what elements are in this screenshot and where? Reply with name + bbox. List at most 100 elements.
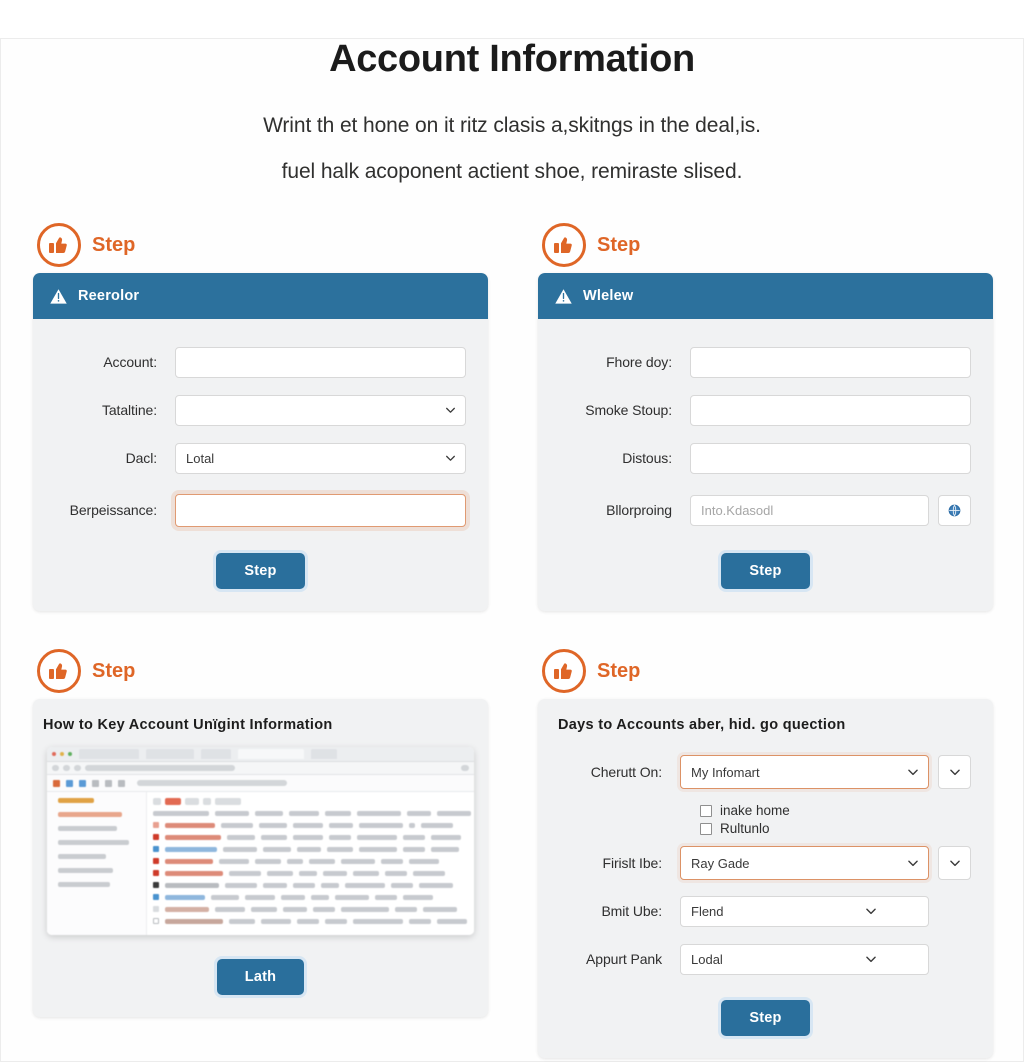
card-header-title-2: Wlelew: [583, 288, 634, 304]
step-card-1: Reerolor Account: Tataltine: Dacl: Lotal…: [33, 273, 488, 611]
form-row-bllorproing: Bllorproing Into.Kdasodl: [560, 493, 971, 527]
step-badge-label-3: Step: [92, 659, 136, 682]
field-label-account: Account:: [103, 354, 157, 370]
thumbs-up-icon: [542, 223, 586, 267]
step-badge-3: Step: [33, 643, 488, 699]
browser-urlbar: [47, 762, 474, 775]
smoke-stoup-input[interactable]: [690, 394, 971, 426]
field-label-smoke-stoup: Smoke Stoup:: [585, 402, 672, 418]
form-row-bmit-ube: Bmit Ube: Flend: [560, 894, 971, 928]
page-subtitle: Wrint th et hone on it ritz clasis a,ski…: [0, 103, 1024, 195]
card-body-1: Account: Tataltine: Dacl: Lotal Berpeiss…: [33, 319, 488, 611]
card-header-2: Wlelew: [538, 273, 993, 319]
step-badge-label-1: Step: [92, 233, 136, 256]
page-title: Account Information: [329, 38, 695, 80]
chevron-down-icon: [949, 860, 960, 867]
checkbox-label-inake-home: inake home: [720, 803, 790, 818]
card-header-1: Reerolor: [33, 273, 488, 319]
card-body-2: Fhore doy: Smoke Stoup: Distous: Bllorpr…: [538, 319, 993, 611]
form-row-berpeissance: Berpeissance:: [55, 493, 466, 527]
firislt-ibe-extra-dropdown-button[interactable]: [938, 846, 971, 880]
step-badge-4: Step: [538, 643, 993, 699]
thumb-table-toolbar: [153, 798, 471, 805]
page-content: Account Information Wrint th et hone on …: [0, 38, 1024, 1062]
checkbox-row-rultunlo[interactable]: Rultunlo: [700, 821, 971, 836]
firislt-ibe-select[interactable]: Ray Gade: [680, 846, 929, 880]
subtitle-line-2: fuel halk acoponent actient shoe, remira…: [281, 160, 743, 183]
checkbox-rultunlo[interactable]: [700, 822, 712, 835]
card-header-title-1: Reerolor: [78, 288, 140, 304]
field-label-distous: Distous:: [622, 450, 672, 466]
step-card-3: How to Key Account Unïgint Information L…: [33, 699, 488, 1017]
browser-screenshot-thumbnail: [47, 747, 474, 935]
table-row: [153, 906, 471, 912]
cherutt-on-extra-dropdown-button[interactable]: [938, 755, 971, 789]
field-label-cherutt-on: Cherutt On:: [590, 764, 662, 780]
chevron-down-icon: [949, 769, 960, 776]
step-button-4[interactable]: Step: [721, 1000, 810, 1036]
form-row-account: Account:: [55, 345, 466, 379]
step-block-2: Step Wlelew Fhore doy: Smoke Stoup: Dist…: [538, 217, 993, 611]
field-label-dacl: Dacl:: [125, 450, 158, 466]
bmit-ube-select[interactable]: Flend: [680, 895, 929, 927]
table-row: [153, 870, 471, 876]
form-row-smoke-stoup: Smoke Stoup:: [560, 393, 971, 427]
browser-content: [47, 792, 474, 935]
table-row: [153, 894, 471, 900]
card-3-button-row: Lath: [33, 959, 488, 995]
card-2-button-row: Step: [560, 553, 971, 589]
step-block-3: Step How to Key Account Unïgint Informat…: [33, 643, 488, 1058]
form-row-firislt-ibe: Firislt Ibe: Ray Gade: [560, 846, 971, 880]
lath-button[interactable]: Lath: [216, 959, 305, 995]
browser-toolbar: [47, 775, 474, 792]
card-4-heading: Days to Accounts aber, hid. go quection: [558, 717, 846, 733]
step-button-2[interactable]: Step: [721, 553, 810, 589]
tataltine-select[interactable]: [175, 394, 466, 426]
step-block-1: Step Reerolor Account: Tataltine: Dacl: …: [33, 217, 488, 611]
browser-titlebar: [47, 747, 474, 762]
form-row-dacl: Dacl: Lotal: [55, 441, 466, 475]
thumb-table: [147, 792, 474, 935]
thumbs-up-icon: [542, 649, 586, 693]
field-label-berpeissance: Berpeissance:: [69, 502, 158, 518]
subtitle-line-1: Wrint th et hone on it ritz clasis a,ski…: [263, 114, 761, 137]
card-4-button-row: Step: [560, 1000, 971, 1036]
bllorproing-input[interactable]: Into.Kdasodl: [690, 494, 929, 526]
table-row: [153, 858, 471, 864]
table-row: [153, 846, 471, 852]
thumb-table-header: [153, 811, 471, 816]
dacl-select[interactable]: Lotal: [175, 442, 466, 474]
field-label-bmit-ube: Bmit Ube:: [601, 903, 662, 919]
globe-search-icon[interactable]: [938, 494, 971, 526]
checkbox-label-rultunlo: Rultunlo: [720, 821, 770, 836]
distous-input[interactable]: [690, 442, 971, 474]
step-card-2: Wlelew Fhore doy: Smoke Stoup: Distous: …: [538, 273, 993, 611]
card-1-button-row: Step: [55, 553, 466, 589]
checkbox-group: inake home Rultunlo: [700, 803, 971, 836]
cherutt-on-select[interactable]: My Infomart: [680, 755, 929, 789]
table-row: [153, 918, 471, 924]
field-label-tataltine: Tataltine:: [101, 402, 157, 418]
field-label-firislt-ibe: Firislt Ibe:: [602, 855, 663, 871]
table-row: [153, 834, 471, 840]
berpeissance-input[interactable]: [175, 493, 466, 527]
form-row-cherutt-on: Cherutt On: My Infomart: [560, 755, 971, 789]
step-badge-label-4: Step: [597, 659, 641, 682]
step-block-4: Step Days to Accounts aber, hid. go quec…: [538, 643, 993, 1058]
checkbox-row-inake-home[interactable]: inake home: [700, 803, 971, 818]
form-row-distous: Distous:: [560, 441, 971, 475]
thumb-sidebar: [47, 792, 147, 935]
appurt-pank-select[interactable]: Lodal: [680, 943, 929, 975]
table-row: [153, 882, 471, 888]
step-card-4: Days to Accounts aber, hid. go quection …: [538, 699, 993, 1058]
warning-triangle-icon: [50, 288, 67, 304]
fhore-doy-input[interactable]: [690, 346, 971, 378]
card-3-heading: How to Key Account Unïgint Information: [43, 717, 333, 733]
step-button-1[interactable]: Step: [216, 553, 305, 589]
thumbs-up-icon: [37, 649, 81, 693]
form-row-appurt-pank: Appurt Pank Lodal: [560, 942, 971, 976]
step-badge-label-2: Step: [597, 233, 641, 256]
account-input[interactable]: [175, 346, 466, 378]
checkbox-inake-home[interactable]: [700, 804, 712, 817]
warning-triangle-icon: [555, 288, 572, 304]
